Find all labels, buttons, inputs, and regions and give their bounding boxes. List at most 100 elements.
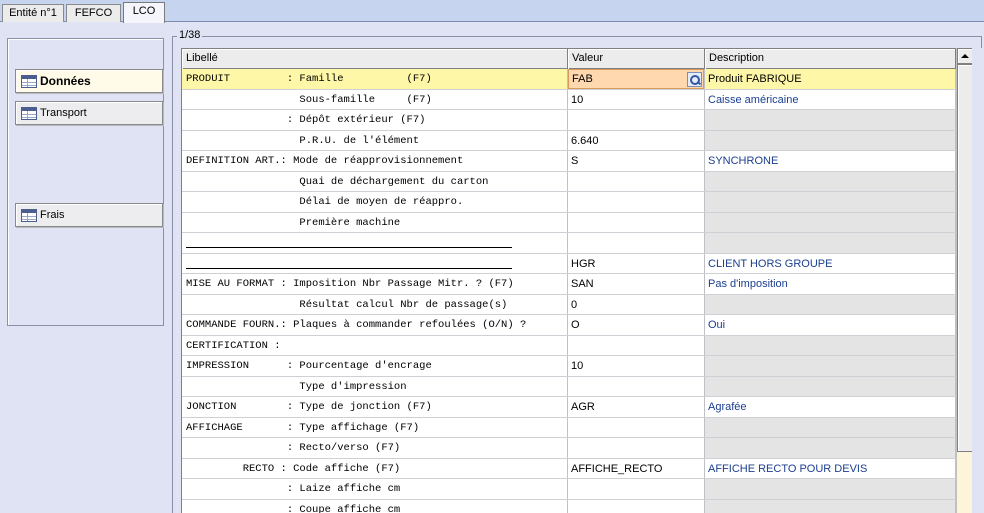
cell-valeur[interactable]: AGR [568, 397, 705, 417]
cell-description [705, 499, 956, 513]
table-row[interactable]: RECTO : Code affiche (F7) AFFICHE_RECTO AF… [182, 458, 971, 479]
transport-label: Transport [40, 107, 87, 119]
cell-description [705, 356, 956, 376]
cell-description [705, 376, 956, 396]
table-row[interactable]: : Dépôt extérieur (F7) [182, 110, 971, 131]
cell-valeur[interactable]: 6.640 [568, 130, 705, 150]
properties-table: Libellé Valeur Description PRODUIT : Fam… [181, 48, 971, 513]
cell-libelle: : Coupe affiche cm [182, 499, 568, 513]
cell-description: Oui [705, 315, 956, 335]
cell-libelle [182, 253, 568, 273]
cell-libelle: MISE AU FORMAT : Imposition Nbr Passage … [182, 274, 568, 294]
vertical-scrollbar[interactable] [956, 48, 973, 513]
cell-valeur[interactable]: S [568, 151, 705, 171]
tab-lco[interactable]: LCO [123, 2, 165, 23]
cell-valeur[interactable] [568, 417, 705, 437]
table-body: PRODUIT : Famille (F7) FAB Produit FABRIQU… [182, 69, 971, 513]
cell-libelle: DEFINITION ART.: Mode de réapprovisionne… [182, 151, 568, 171]
cell-description: AFFICHE RECTO POUR DEVIS [705, 458, 956, 478]
cell-libelle: : Dépôt extérieur (F7) [182, 110, 568, 130]
cell-description: CLIENT HORS GROUPE [705, 253, 956, 273]
cell-libelle: : Laize affiche cm [182, 479, 568, 499]
table-row[interactable]: Délai de moyen de réappro. [182, 192, 971, 213]
table-row[interactable]: Résultat calcul Nbr de passage(s) 0 [182, 294, 971, 315]
donnees-button[interactable]: Données [15, 69, 163, 93]
cell-valeur[interactable] [568, 233, 705, 253]
table-row[interactable]: COMMANDE FOURN.: Plaques à commander ref… [182, 315, 971, 336]
table-row[interactable]: Quai de déchargement du carton [182, 171, 971, 192]
cell-libelle: RECTO : Code affiche (F7) [182, 458, 568, 478]
header-valeur[interactable]: Valeur [568, 49, 705, 69]
cell-valeur[interactable]: 10 [568, 356, 705, 376]
cell-valeur[interactable] [568, 376, 705, 396]
cell-description [705, 335, 956, 355]
table-row[interactable]: Type d'impression [182, 376, 971, 397]
cell-valeur[interactable]: 0 [568, 294, 705, 314]
table-row[interactable]: CERTIFICATION : [182, 335, 971, 356]
cell-description: Produit FABRIQUE [705, 69, 956, 89]
cell-libelle: COMMANDE FOURN.: Plaques à commander ref… [182, 315, 568, 335]
grid-icon [21, 208, 37, 222]
cell-valeur[interactable]: 10 [568, 89, 705, 109]
cell-valeur[interactable]: FAB [568, 69, 705, 89]
cell-valeur[interactable] [568, 192, 705, 212]
cell-libelle: Sous-famille (F7) [182, 89, 568, 109]
famille-input[interactable]: FAB [568, 69, 704, 89]
cell-libelle: Quai de déchargement du carton [182, 171, 568, 191]
transport-button[interactable]: Transport [15, 101, 163, 125]
famille-value: FAB [572, 73, 593, 85]
table-row[interactable]: PRODUIT : Famille (F7) FAB Produit FABRIQU… [182, 69, 971, 90]
cell-description: SYNCHRONE [705, 151, 956, 171]
table-row[interactable]: IMPRESSION : Pourcentage d'encrage 10 [182, 356, 971, 377]
table-row[interactable]: P.R.U. de l'élément 6.640 [182, 130, 971, 151]
header-libelle[interactable]: Libellé [182, 49, 568, 69]
cell-valeur[interactable] [568, 499, 705, 513]
tab-fefco[interactable]: FEFCO [66, 4, 121, 22]
search-icon[interactable] [687, 72, 702, 87]
table-row[interactable]: MISE AU FORMAT : Imposition Nbr Passage … [182, 274, 971, 295]
table-row[interactable]: : Recto/verso (F7) [182, 438, 971, 459]
table-row[interactable] [182, 233, 971, 254]
cell-valeur[interactable] [568, 212, 705, 232]
cell-libelle: AFFICHAGE : Type affichage (F7) [182, 417, 568, 437]
frais-label: Frais [40, 209, 65, 221]
separator-line [186, 247, 512, 248]
cell-valeur[interactable] [568, 110, 705, 130]
table-row[interactable]: DEFINITION ART.: Mode de réapprovisionne… [182, 151, 971, 172]
cell-libelle: JONCTION : Type de jonction (F7) [182, 397, 568, 417]
cell-valeur[interactable] [568, 171, 705, 191]
record-counter: 1/38 [177, 29, 203, 41]
cell-libelle: Délai de moyen de réappro. [182, 192, 568, 212]
cell-valeur[interactable]: O [568, 315, 705, 335]
grid-icon [21, 74, 37, 88]
scroll-thumb[interactable] [957, 64, 973, 452]
cell-description [705, 233, 956, 253]
tab-entite[interactable]: Entité n°1 [2, 4, 64, 22]
cell-valeur[interactable]: AFFICHE_RECTO [568, 458, 705, 478]
cell-valeur[interactable] [568, 335, 705, 355]
cell-valeur[interactable]: SAN [568, 274, 705, 294]
cell-valeur[interactable]: HGR [568, 253, 705, 273]
table-row[interactable]: JONCTION : Type de jonction (F7) AGR Agraf… [182, 397, 971, 418]
table-row[interactable]: Sous-famille (F7) 10 Caisse américaine [182, 89, 971, 110]
right-margin [972, 48, 982, 513]
cell-description [705, 192, 956, 212]
cell-libelle [182, 233, 568, 253]
table-row[interactable]: HGR CLIENT HORS GROUPE [182, 253, 971, 274]
table-row[interactable]: : Laize affiche cm [182, 479, 971, 500]
header-description[interactable]: Description [705, 49, 956, 69]
scroll-up-icon[interactable] [957, 48, 973, 64]
frais-button[interactable]: Frais [15, 203, 163, 227]
cell-valeur[interactable] [568, 438, 705, 458]
table-row[interactable]: Première machine [182, 212, 971, 233]
tab-bar: Entité n°1 FEFCO LCO [0, 0, 984, 23]
cell-libelle: Résultat calcul Nbr de passage(s) [182, 294, 568, 314]
cell-description [705, 212, 956, 232]
scroll-track[interactable] [957, 452, 973, 513]
cell-libelle: IMPRESSION : Pourcentage d'encrage [182, 356, 568, 376]
cell-valeur[interactable] [568, 479, 705, 499]
table-header: Libellé Valeur Description [182, 49, 971, 69]
table-row[interactable]: : Coupe affiche cm [182, 499, 971, 513]
table-row[interactable]: AFFICHAGE : Type affichage (F7) [182, 417, 971, 438]
cell-description [705, 110, 956, 130]
